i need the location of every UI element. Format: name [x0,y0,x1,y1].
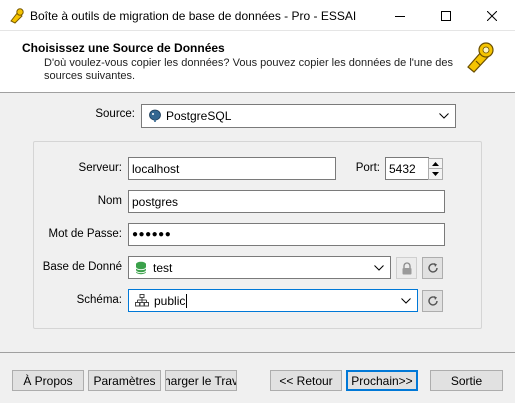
source-dropdown[interactable]: PostgreSQL [141,104,456,128]
schema-value: public [154,293,186,308]
load-job-button[interactable]: harger le Trava [165,370,237,391]
load-job-label: harger le Trava [165,373,236,388]
database-dropdown[interactable]: test [128,256,391,279]
close-button[interactable] [469,0,515,31]
wizard-header: Choisissez une Source de Données D'où vo… [0,31,515,93]
lock-button[interactable] [396,257,417,279]
refresh-schema-button[interactable] [422,290,443,312]
migration-tool-icon [462,39,498,75]
schema-dropdown[interactable]: public [128,289,418,312]
title-bar: Boîte à outils de migration de base de d… [0,0,515,31]
chevron-down-icon [374,264,384,271]
page-description: D'où voulez-vous copier les données? Vou… [44,57,454,82]
page-title: Choisissez une Source de Données [22,41,225,55]
minimize-button[interactable] [377,0,423,31]
database-value: test [153,260,173,275]
port-decrement-button[interactable] [428,169,443,180]
chevron-down-icon [439,113,449,119]
refresh-icon [427,296,438,306]
about-button[interactable]: À Propos [12,370,84,391]
window-title: Boîte à outils de migration de base de d… [30,9,357,23]
server-label: Serveur: [78,162,122,174]
back-button[interactable]: << Retour [270,370,342,391]
username-input[interactable]: postgres [128,190,445,213]
text-cursor [186,293,188,308]
port-label: Port: [355,162,380,174]
name-label: Nom [97,195,122,207]
app-icon [8,7,26,25]
refresh-icon [427,263,438,273]
password-label: Mot de Passe: [48,228,122,240]
footer-divider [0,352,515,353]
refresh-database-button[interactable] [422,257,443,279]
database-label: Base de Donné [42,261,122,273]
minimize-icon [395,15,405,17]
close-icon [487,10,497,21]
port-input[interactable]: 5432 [385,157,429,180]
exit-button[interactable]: Sortie [430,370,503,391]
lock-icon [402,261,411,274]
source-label: Source: [95,108,135,120]
port-stepper[interactable] [428,158,443,180]
schema-label: Schéma: [76,294,122,306]
settings-button[interactable]: Paramètres [88,370,161,391]
schema-icon [135,294,149,307]
port-increment-button[interactable] [428,158,443,169]
server-input[interactable]: localhost [128,157,336,180]
maximize-icon [441,10,451,21]
postgresql-icon [148,109,162,123]
arrow-down-icon [432,172,439,176]
source-value: PostgreSQL [166,109,232,123]
next-button[interactable]: Prochain>> [346,370,418,391]
chevron-down-icon [401,297,411,304]
arrow-up-icon [432,161,439,166]
password-input[interactable]: ●●●●●● [128,223,445,246]
database-icon [135,261,147,275]
maximize-button[interactable] [423,0,469,31]
